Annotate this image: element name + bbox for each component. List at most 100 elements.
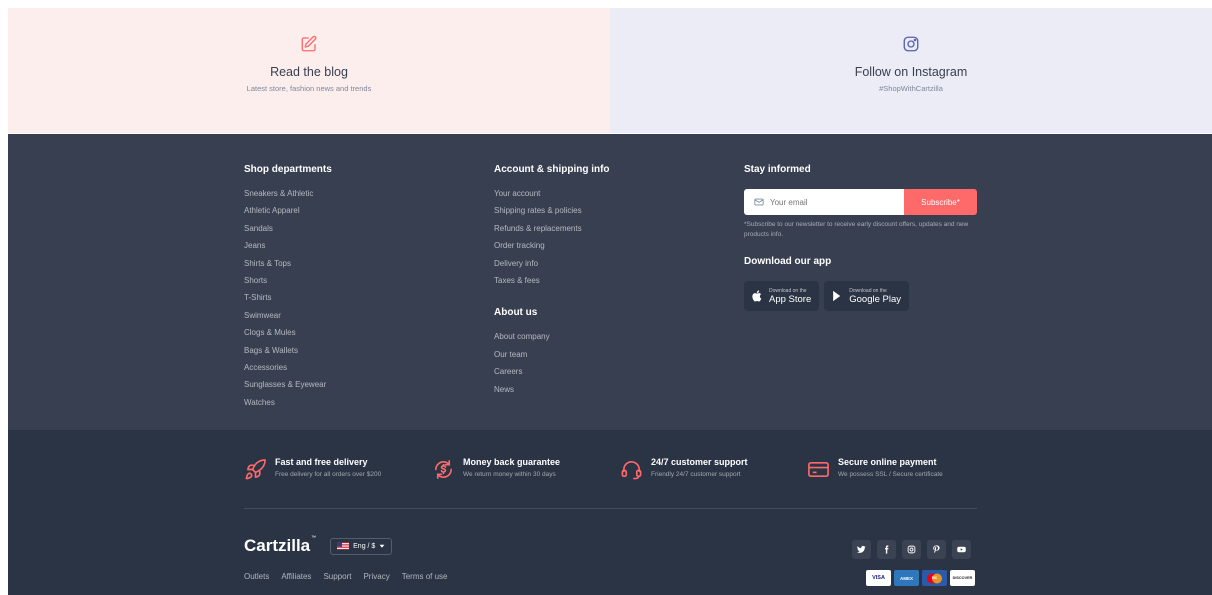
bottom-link[interactable]: Support — [323, 572, 351, 581]
twitter-button[interactable] — [852, 540, 871, 559]
social-links — [852, 540, 971, 559]
instagram-button[interactable] — [902, 540, 921, 559]
dept-link[interactable]: Sneakers & Athletic — [244, 189, 332, 206]
app-store-label: App Store — [769, 293, 812, 305]
account-link[interactable]: Order tracking — [494, 241, 610, 258]
feature-subtitle: Friendly 24/7 customer support — [651, 471, 741, 478]
bottom-link[interactable]: Privacy — [363, 572, 389, 581]
credit-card-icon — [808, 461, 829, 478]
subscribe-form: Subscribe* — [744, 189, 977, 215]
shop-departments-column: Shop departments Sneakers & Athletic Ath… — [244, 164, 332, 415]
edit-icon — [301, 35, 317, 52]
promo-banners: Read the blog Latest store, fashion news… — [8, 8, 1212, 133]
google-play-icon — [833, 290, 841, 302]
feature-title: Fast and free delivery — [275, 457, 368, 467]
language-label: Eng / $ — [353, 542, 376, 550]
payment-cards: VISA AMEX MC DISCOVER — [866, 570, 975, 586]
mail-icon — [754, 198, 764, 206]
pinterest-icon — [933, 545, 940, 554]
discover-card-icon: DISCOVER — [950, 570, 975, 586]
about-link[interactable]: News — [494, 385, 610, 402]
dept-link[interactable]: Jeans — [244, 241, 332, 258]
subscribe-note: *Subscribe to our newsletter to receive … — [744, 221, 969, 238]
google-play-button[interactable]: Download on the Google Play — [824, 281, 910, 311]
feature-subtitle: Free delivery for all orders over $200 — [275, 471, 382, 478]
instagram-icon — [903, 36, 919, 52]
rocket-icon — [245, 459, 266, 480]
account-title: Account & shipping info — [494, 164, 610, 175]
language-currency-dropdown[interactable]: Eng / $ — [330, 537, 393, 555]
footer-top: Shop departments Sneakers & Athletic Ath… — [8, 134, 1212, 430]
money-back-icon — [435, 460, 452, 479]
blog-title: Read the blog — [270, 65, 348, 79]
download-app-title: Download our app — [744, 256, 832, 267]
cartzilla-logo[interactable]: Cartzilla — [244, 536, 310, 556]
stay-informed-title: Stay informed — [744, 164, 811, 175]
dept-link[interactable]: Athletic Apparel — [244, 206, 332, 223]
google-play-label: Google Play — [849, 293, 902, 305]
dept-link[interactable]: Shirts & Tops — [244, 259, 332, 276]
dept-link[interactable]: T-Shirts — [244, 293, 332, 310]
instagram-title: Follow on Instagram — [854, 65, 968, 79]
bottom-link[interactable]: Affiliates — [281, 572, 311, 581]
youtube-button[interactable] — [952, 540, 971, 559]
trademark: ™ — [311, 535, 317, 541]
apple-icon — [752, 290, 762, 302]
feature-subtitle: We possess SSL / Secure certificate — [838, 471, 943, 478]
email-input[interactable] — [770, 197, 890, 207]
visa-card-icon: VISA — [866, 570, 891, 586]
bottom-link[interactable]: Outlets — [244, 572, 269, 581]
instagram-subtitle: #ShopWithCartzilla — [879, 84, 943, 93]
account-link[interactable]: Shipping rates & policies — [494, 206, 610, 223]
read-blog-banner[interactable]: Read the blog Latest store, fashion news… — [8, 8, 610, 133]
amex-card-icon: AMEX — [894, 570, 919, 586]
feature-delivery: Fast and free delivery Free delivery for… — [244, 457, 432, 481]
footer-bottom: Fast and free delivery Free delivery for… — [8, 430, 1212, 595]
account-link[interactable]: Taxes & fees — [494, 276, 610, 293]
footer-divider — [244, 508, 977, 509]
headset-icon — [621, 461, 642, 480]
dept-link[interactable]: Swimwear — [244, 311, 332, 328]
feature-title: Money back guarantee — [463, 457, 561, 467]
bottom-link[interactable]: Terms of use — [402, 572, 448, 581]
dept-link[interactable]: Sunglasses & Eyewear — [244, 380, 332, 397]
dept-link[interactable]: Clogs & Mules — [244, 328, 332, 345]
dept-link[interactable]: Watches — [244, 398, 332, 415]
bottom-links: Outlets Affiliates Support Privacy Terms… — [244, 572, 448, 581]
account-link[interactable]: Refunds & replacements — [494, 224, 610, 241]
feature-title: Secure online payment — [838, 457, 937, 467]
instagram-banner[interactable]: Follow on Instagram #ShopWithCartzilla — [610, 8, 1212, 133]
app-buttons: Download on the App Store Download on th… — [744, 281, 977, 311]
newsletter-column: Stay informed Subscribe* *Subscribe to o… — [744, 164, 977, 311]
chevron-down-icon — [379, 544, 385, 548]
dept-link[interactable]: Accessories — [244, 363, 332, 380]
pinterest-button[interactable] — [927, 540, 946, 559]
feature-money-back: Money back guarantee We return money wit… — [432, 457, 620, 481]
instagram-icon — [907, 545, 916, 554]
blog-subtitle: Latest store, fashion news and trends — [246, 84, 372, 93]
mastercard-label: MC — [931, 576, 938, 580]
feature-payment: Secure online payment We possess SSL / S… — [807, 457, 977, 481]
app-store-button[interactable]: Download on the App Store — [744, 281, 820, 311]
dept-link[interactable]: Bags & Wallets — [244, 346, 332, 363]
features-row: Fast and free delivery Free delivery for… — [244, 457, 977, 481]
dept-link[interactable]: Shorts — [244, 276, 332, 293]
mastercard-icon: MC — [922, 570, 947, 586]
footer: Shop departments Sneakers & Athletic Ath… — [8, 134, 1212, 595]
email-field-wrapper — [744, 189, 904, 215]
facebook-icon — [885, 545, 889, 554]
subscribe-button[interactable]: Subscribe* — [904, 189, 977, 215]
about-us-title: About us — [494, 307, 538, 319]
twitter-icon — [857, 545, 866, 553]
about-link[interactable]: Careers — [494, 367, 610, 384]
account-link[interactable]: Your account — [494, 189, 610, 206]
facebook-button[interactable] — [877, 540, 896, 559]
brand-row: Cartzilla ™ Eng / $ — [244, 535, 393, 556]
account-column: Account & shipping info Your account Shi… — [494, 164, 610, 402]
about-link[interactable]: About company — [494, 332, 610, 349]
about-link[interactable]: Our team — [494, 350, 610, 367]
account-link[interactable]: Delivery info — [494, 259, 610, 276]
youtube-icon — [957, 546, 966, 553]
shop-departments-title: Shop departments — [244, 164, 332, 175]
dept-link[interactable]: Sandals — [244, 224, 332, 241]
